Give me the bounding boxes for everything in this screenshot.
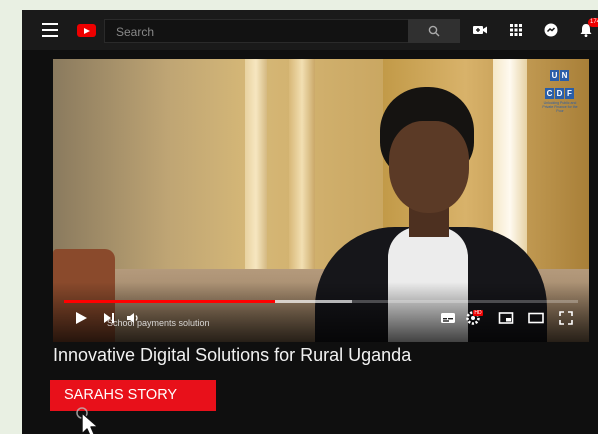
video-player[interactable]: UN CDF Unlocking Public and Private Fina… [53, 59, 589, 342]
hd-badge: HD [473, 310, 483, 316]
miniplayer-icon[interactable] [498, 310, 514, 326]
create-video-icon[interactable] [472, 22, 488, 38]
youtube-logo-icon[interactable] [77, 24, 96, 37]
mouse-cursor-icon [76, 407, 99, 434]
top-bar: Search 174 [22, 10, 598, 50]
youtube-window: Search 174 [22, 10, 598, 434]
uncdf-logo: UN CDF Unlocking Public and Private Fina… [542, 70, 578, 113]
progress-played [64, 300, 275, 303]
chapter-label: School payments solution [107, 318, 210, 328]
apps-grid-icon[interactable] [508, 22, 524, 38]
theater-icon[interactable] [528, 310, 544, 326]
subtitles-icon[interactable] [440, 310, 456, 326]
fullscreen-icon[interactable] [558, 310, 574, 326]
search-button[interactable] [408, 19, 460, 43]
search-icon [428, 25, 440, 37]
search-input[interactable]: Search [104, 19, 408, 43]
messages-icon[interactable] [543, 22, 559, 38]
notification-badge: 174 [588, 18, 598, 27]
menu-icon[interactable] [42, 23, 58, 37]
play-icon[interactable] [73, 310, 89, 326]
video-title: Innovative Digital Solutions for Rural U… [53, 345, 412, 365]
